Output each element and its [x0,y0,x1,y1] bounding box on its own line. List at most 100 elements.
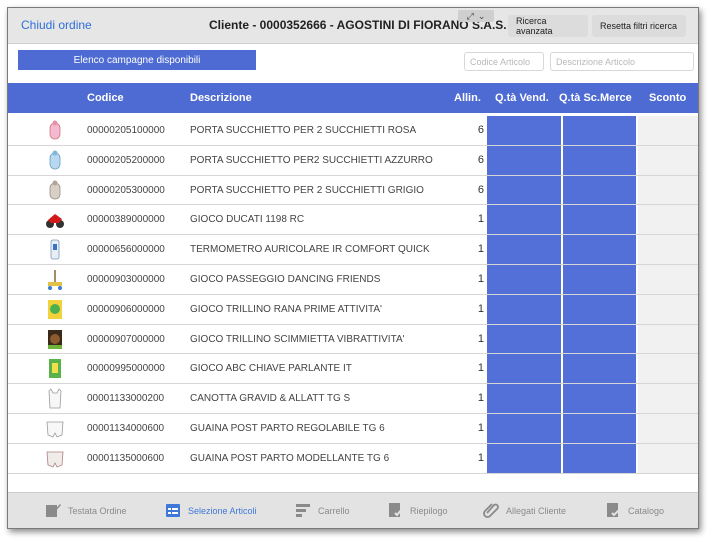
discount-cell[interactable] [638,116,698,145]
qty-sold-cell[interactable] [487,264,561,294]
paperclip-icon [482,501,500,521]
qty-discount-cell[interactable] [563,235,636,264]
article-code-input[interactable] [464,52,544,71]
qty-sold-cell[interactable] [487,354,561,384]
table-row[interactable]: 00000906000000 GIOCO TRILLINO RANA PRIME … [8,294,698,325]
table-row[interactable]: 00001135000600 GUAINA POST PARTO MODELLAN… [8,443,698,474]
pacifier-holder-grey-icon [44,179,66,202]
qty-discount-cell[interactable] [563,294,636,324]
nav-tab-carrello[interactable]: Carrello [294,501,350,521]
table-row[interactable]: 00000903000000 GIOCO PASSEGGIO DANCING FR… [8,264,698,295]
girdle-shaping-icon [44,447,66,470]
nav-tab-selezione-articoli[interactable]: Selezione Articoli [164,501,257,521]
nav-tab-allegati-cliente[interactable]: Allegati Cliente [482,501,566,521]
bottom-navigation: Testata Ordine Selezione Articoli Carrello… [8,492,698,528]
nav-tab-catalogo[interactable]: Catalogo [604,501,664,521]
expand-handle[interactable]: ⤢ ⌄ [458,10,494,22]
article-description: CANOTTA GRAVID & ALLATT TG S [190,393,351,405]
column-header-qty-sold[interactable]: Q.tà Vend. [495,92,549,104]
qty-discount-cell[interactable] [563,145,636,175]
calendar-list-icon [164,501,182,521]
article-code: 00000995000000 [87,363,165,375]
column-header-code[interactable]: Codice [87,92,124,104]
discount-cell[interactable] [638,413,698,443]
discount-cell[interactable] [638,175,698,205]
qty-discount-cell[interactable] [563,443,636,473]
nav-tab-riepilogo[interactable]: Riepilogo [386,501,448,521]
discount-cell[interactable] [638,384,698,413]
table-row[interactable]: 00001133000200 CANOTTA GRAVID & ALLATT TG… [8,384,698,414]
article-description: GIOCO ABC CHIAVE PARLANTE IT [190,363,352,375]
close-order-link[interactable]: Chiudi ordine [21,18,92,32]
discount-cell[interactable] [638,443,698,473]
article-allin: 1 [477,272,484,285]
discount-cell[interactable] [638,264,698,294]
article-description-input[interactable] [550,52,694,71]
qty-sold-cell[interactable] [487,443,561,473]
article-allin: 1 [477,243,484,256]
nav-tab-testata-ordine[interactable]: Testata Ordine [44,501,127,521]
qty-sold-cell[interactable] [487,145,561,175]
qty-discount-cell[interactable] [563,384,636,413]
nav-tab-label: Allegati Cliente [506,506,567,516]
article-allin: 1 [477,332,484,345]
table-row[interactable]: 00000205100000 PORTA SUCCHIETTO PER 2 SUC… [8,116,698,146]
qty-sold-cell[interactable] [487,294,561,324]
qty-discount-cell[interactable] [563,324,636,354]
column-header-qty-discount[interactable]: Q.tà Sc.Merce [559,92,632,104]
discount-cell[interactable] [638,205,698,235]
table-row[interactable]: 00000995000000 GIOCO ABC CHIAVE PARLANTE … [8,354,698,385]
article-description: GUAINA POST PARTO REGOLABILE TG 6 [190,422,385,434]
qty-sold-cell[interactable] [487,116,561,145]
table-row[interactable]: 00000205200000 PORTA SUCCHIETTO PER2 SUCC… [8,145,698,176]
girdle-icon [44,417,66,440]
qty-sold-cell[interactable] [487,235,561,264]
qty-discount-cell[interactable] [563,205,636,235]
qty-sold-cell[interactable] [487,175,561,205]
qty-discount-cell[interactable] [563,264,636,294]
discount-cell[interactable] [638,324,698,354]
discount-cell[interactable] [638,235,698,264]
advanced-search-button[interactable]: Ricerca avanzata [508,15,588,37]
tank-top-icon [44,387,66,410]
table-row[interactable]: 00000205300000 PORTA SUCCHIETTO PER 2 SUC… [8,175,698,206]
article-allin: 6 [477,153,484,166]
qty-discount-cell[interactable] [563,175,636,205]
article-code: 00000205200000 [87,154,165,166]
article-description: GIOCO TRILLINO SCIMMIETTA VIBRATTIVITA' [190,333,405,345]
qty-discount-cell[interactable] [563,413,636,443]
article-code: 00000656000000 [87,244,165,256]
pacifier-holder-blue-icon [44,149,66,172]
discount-cell[interactable] [638,354,698,384]
qty-sold-cell[interactable] [487,384,561,413]
qty-discount-cell[interactable] [563,116,636,145]
thermometer-icon [44,238,66,261]
summary-icon [386,501,404,521]
table-header: Codice Descrizione Allin. Q.tà Vend. Q.t… [8,83,698,113]
qty-discount-cell[interactable] [563,354,636,384]
table-row[interactable]: 00000656000000 TERMOMETRO AURICOLARE IR C… [8,235,698,265]
qty-sold-cell[interactable] [487,413,561,443]
column-header-allin[interactable]: Allin. [454,92,481,104]
column-header-description[interactable]: Descrizione [190,92,252,104]
nav-tab-label: Carrello [318,506,350,516]
article-allin: 6 [477,183,484,196]
column-header-discount[interactable]: Sconto [649,92,686,104]
frog-rattle-icon [44,298,66,321]
nav-tab-label: Riepilogo [410,506,448,516]
discount-cell[interactable] [638,294,698,324]
table-row[interactable]: 00000907000000 GIOCO TRILLINO SCIMMIETTA … [8,324,698,355]
reset-filters-button[interactable]: Resetta filtri ricerca [592,15,686,37]
article-description: GUAINA POST PARTO MODELLANTE TG 6 [190,452,390,464]
table-row[interactable]: 00001134000600 GUAINA POST PARTO REGOLABI… [8,413,698,444]
nav-tab-label: Selezione Articoli [188,506,257,516]
table-row[interactable]: 00000389000000 GIOCO DUCATI 1198 RC 1 [8,205,698,236]
campaigns-button[interactable]: Elenco campagne disponibili [18,50,256,70]
key-toy-icon [44,357,66,380]
discount-cell[interactable] [638,145,698,175]
top-bar: Chiudi ordine Cliente - 0000352666 - AGO… [8,8,698,44]
article-allin: 1 [477,362,484,375]
article-code: 00001134000600 [87,422,165,434]
qty-sold-cell[interactable] [487,205,561,235]
qty-sold-cell[interactable] [487,324,561,354]
